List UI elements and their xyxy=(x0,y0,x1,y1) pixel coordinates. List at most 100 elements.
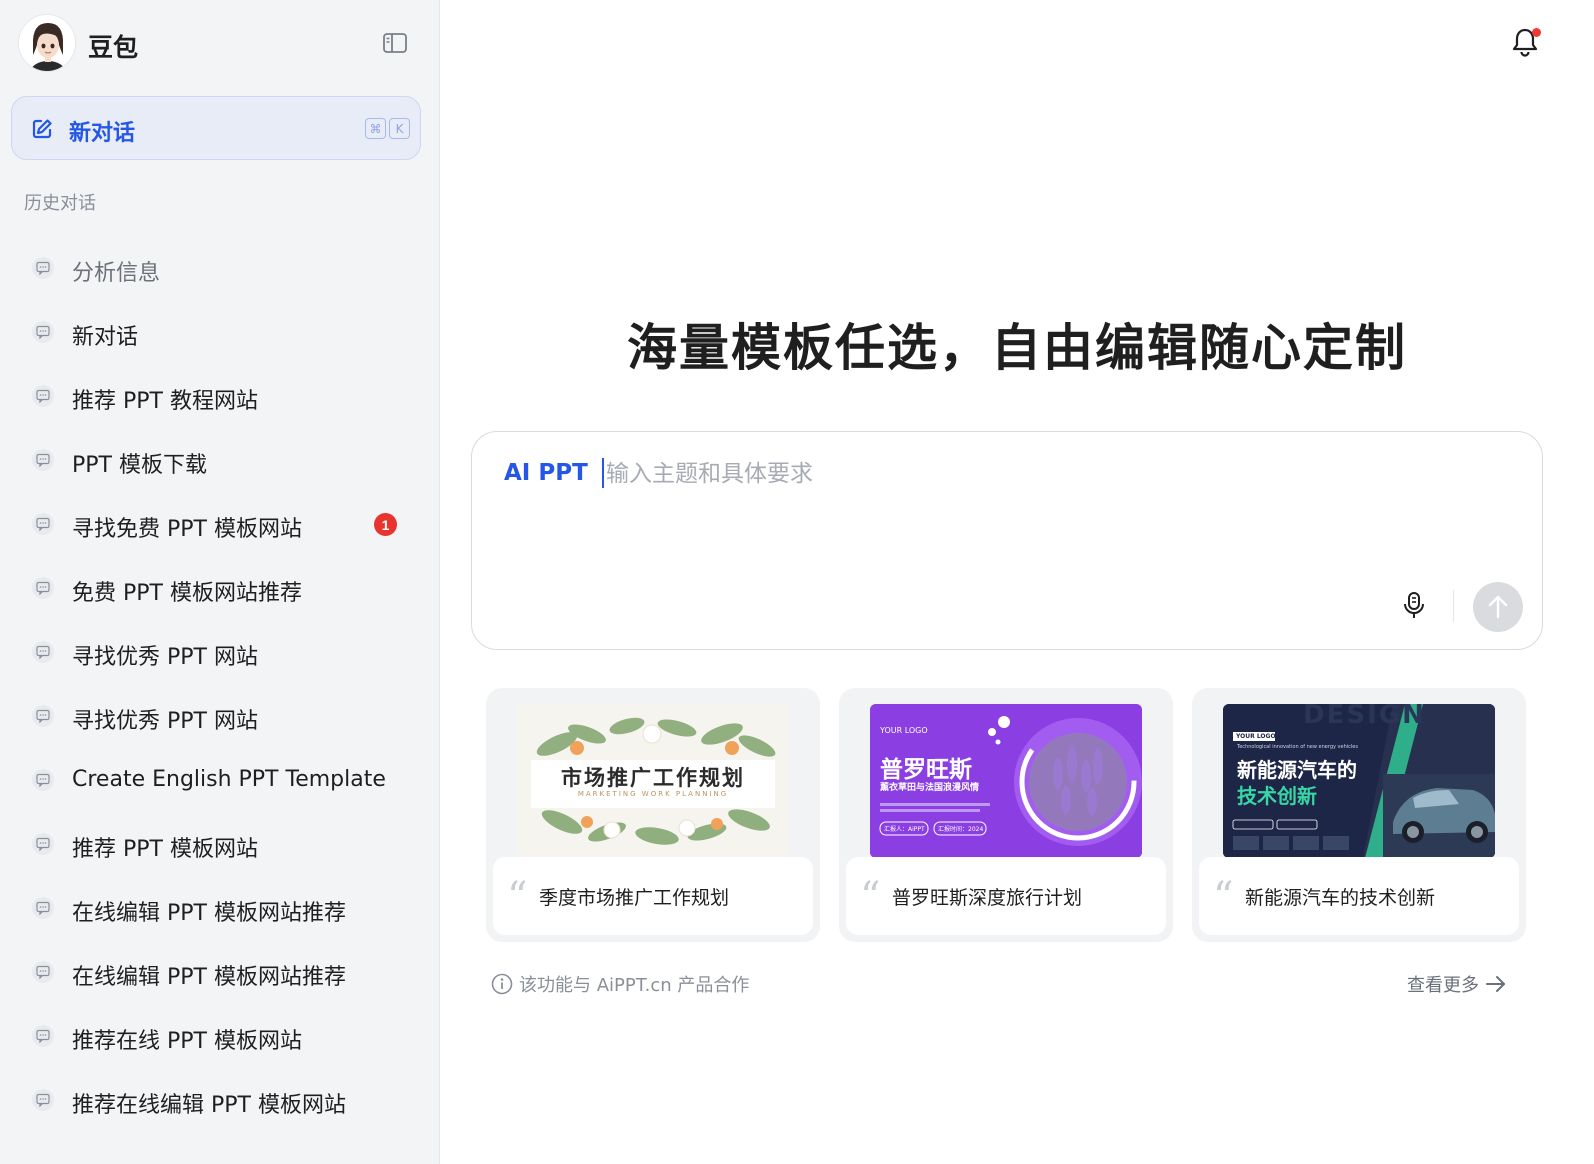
shortcut-key-cmd: ⌘ xyxy=(365,118,386,139)
template-thumbnail: DESIGN YOUR LOGO Technological innovatio… xyxy=(1223,704,1495,858)
thumbnail-title-line1: 新能源汽车的 xyxy=(1237,758,1357,782)
avatar-image xyxy=(19,15,75,71)
chat-bubble-icon xyxy=(32,705,54,727)
thumbnail-background-word: DESIGN xyxy=(1303,704,1426,730)
thumbnail-title: 普罗旺斯 xyxy=(880,757,972,783)
history-item[interactable]: 寻找免费 PPT 模板网站 1 xyxy=(0,494,440,558)
template-caption: 季度市场推广工作规划 xyxy=(539,887,730,909)
history-item-label: PPT 模板下载 xyxy=(72,453,207,478)
chat-bubble-icon xyxy=(32,385,54,407)
thumbnail-title-line2: 技术创新 xyxy=(1237,784,1317,808)
thumbnail-logo: YOUR LOGO xyxy=(880,726,928,735)
quote-icon: “ xyxy=(507,874,528,920)
unread-badge: 1 xyxy=(374,513,397,536)
template-thumbnail: 市场推广工作规划 MARKETING WORK PLANNING xyxy=(517,704,789,858)
history-item[interactable]: 新对话 xyxy=(0,302,440,366)
history-item-label: Create English PPT Template xyxy=(72,767,386,792)
prompt-composer: AI PPT xyxy=(471,431,1543,650)
history-item-label: 免费 PPT 模板网站推荐 xyxy=(72,581,302,606)
sidebar: 豆包 新对话 ⌘ K 历史对话 分析信息 新对话 推荐 PPT 教程网站 PPT 模板… xyxy=(0,0,440,1164)
history-item-label: 寻找免费 PPT 模板网站 xyxy=(72,517,302,542)
history-item[interactable]: 在线编辑 PPT 模板网站推荐 xyxy=(0,942,440,1006)
chat-bubble-icon xyxy=(32,577,54,599)
template-caption: 新能源汽车的技术创新 xyxy=(1245,887,1436,909)
arrow-right-icon xyxy=(1486,976,1505,992)
history-item-label: 推荐在线 PPT 模板网站 xyxy=(72,1029,302,1054)
history-item[interactable]: PPT 模板下载 xyxy=(0,430,440,494)
quote-icon: “ xyxy=(860,874,881,920)
page-title: 海量模板任选，自由编辑随心定制 xyxy=(627,319,1407,377)
thumbnail-subtitle: MARKETING WORK PLANNING xyxy=(577,790,729,798)
arrow-up-icon xyxy=(1488,595,1508,619)
history-item-label: 推荐 PPT 教程网站 xyxy=(72,389,258,414)
avatar[interactable] xyxy=(18,14,76,72)
history-item[interactable]: 在线编辑 PPT 模板网站推荐 xyxy=(0,878,440,942)
history-item-label: 在线编辑 PPT 模板网站推荐 xyxy=(72,965,346,990)
composer-divider xyxy=(1453,590,1454,622)
history-item[interactable]: 推荐在线编辑 PPT 模板网站 xyxy=(0,1070,440,1134)
thumbnail-tag-presenter: 汇报人：AiPPT xyxy=(884,826,925,833)
chat-bubble-icon xyxy=(32,513,54,535)
microphone-button[interactable] xyxy=(1402,590,1426,620)
template-card-provence[interactable]: YOUR LOGO 普罗旺斯 薰衣草田与法国浪漫风情 汇报人：AiPPT 汇报时… xyxy=(839,688,1173,942)
history-item[interactable]: 推荐在线 PPT 模板网站 xyxy=(0,1006,440,1070)
template-caption: 普罗旺斯深度旅行计划 xyxy=(892,887,1083,909)
history-item[interactable]: 推荐 PPT 模板网站 xyxy=(0,814,440,878)
shortcut-key-k: K xyxy=(389,118,410,139)
see-more-link[interactable]: 查看更多 xyxy=(1407,971,1507,997)
history-item[interactable]: 免费 PPT 模板网站推荐 xyxy=(0,558,440,622)
edit-icon xyxy=(32,119,52,139)
chat-bubble-icon xyxy=(32,897,54,919)
template-card-marketing[interactable]: 市场推广工作规划 MARKETING WORK PLANNING “ 季度市场推… xyxy=(486,688,820,942)
template-thumbnail: YOUR LOGO 普罗旺斯 薰衣草田与法国浪漫风情 汇报人：AiPPT 汇报时… xyxy=(870,704,1142,858)
send-button[interactable] xyxy=(1473,582,1523,632)
history-item-label: 新对话 xyxy=(72,325,139,350)
text-caret xyxy=(602,458,604,488)
template-card-ev[interactable]: DESIGN YOUR LOGO Technological innovatio… xyxy=(1192,688,1526,942)
chat-bubble-icon xyxy=(32,641,54,663)
history-item[interactable]: 寻找优秀 PPT 网站 xyxy=(0,686,440,750)
prompt-input[interactable] xyxy=(606,454,1486,494)
chat-bubble-icon xyxy=(32,1025,54,1047)
history-item-label: 寻找优秀 PPT 网站 xyxy=(72,645,258,670)
app-title: 豆包 xyxy=(88,33,139,62)
history-item[interactable]: 推荐 PPT 教程网站 xyxy=(0,366,440,430)
history-item-label: 寻找优秀 PPT 网站 xyxy=(72,709,258,734)
template-caption-box: “ 新能源汽车的技术创新 xyxy=(1199,857,1519,935)
chat-bubble-icon xyxy=(32,833,54,855)
sidebar-toggle-icon[interactable] xyxy=(382,30,408,56)
see-more-label: 查看更多 xyxy=(1407,975,1479,996)
thumbnail-english-subtitle: Technological innovation of new energy v… xyxy=(1237,744,1358,750)
chat-bubble-icon xyxy=(32,1089,54,1111)
chat-bubble-icon xyxy=(32,769,54,791)
template-caption-box: “ 季度市场推广工作规划 xyxy=(493,857,813,935)
notification-dot xyxy=(1532,28,1541,37)
history-heading: 历史对话 xyxy=(24,193,96,214)
chat-bubble-icon xyxy=(32,321,54,343)
history-item-label: 推荐 PPT 模板网站 xyxy=(72,837,258,862)
mode-label: AI PPT xyxy=(504,460,588,486)
history-item-label: 分析信息 xyxy=(72,261,161,286)
chat-bubble-icon xyxy=(32,449,54,471)
history-item[interactable]: 分析信息 xyxy=(0,238,440,302)
template-cards: 市场推广工作规划 MARKETING WORK PLANNING “ 季度市场推… xyxy=(486,688,1528,942)
chat-bubble-icon xyxy=(32,961,54,983)
partnership-text: 该功能与 AiPPT.cn 产品合作 xyxy=(519,975,750,996)
thumbnail-subtitle: 薰衣草田与法国浪漫风情 xyxy=(880,783,980,793)
template-caption-box: “ 普罗旺斯深度旅行计划 xyxy=(846,857,1166,935)
partnership-note: 该功能与 AiPPT.cn 产品合作 xyxy=(491,971,749,997)
sidebar-header: 豆包 xyxy=(18,14,422,72)
thumbnail-logo: YOUR LOGO xyxy=(1236,733,1276,740)
history-item[interactable]: 寻找优秀 PPT 网站 xyxy=(0,622,440,686)
history-item[interactable]: Create English PPT Template xyxy=(0,750,440,814)
history-item-label: 推荐在线编辑 PPT 模板网站 xyxy=(72,1093,346,1118)
history-list: 分析信息新对话推荐 PPT 教程网站 PPT 模板下载寻找免费 PPT 模板网站 1… xyxy=(0,238,440,1134)
new-chat-label: 新对话 xyxy=(69,121,136,146)
thumbnail-title: 市场推广工作规划 xyxy=(561,765,745,790)
new-chat-button[interactable]: 新对话 ⌘ K xyxy=(11,96,421,160)
microphone-icon xyxy=(1404,592,1424,618)
info-icon xyxy=(491,973,513,995)
thumbnail-tag-date: 汇报时间：2024 xyxy=(938,826,984,833)
shortcut-hint: ⌘ K xyxy=(365,118,410,139)
quote-icon: “ xyxy=(1213,874,1234,920)
